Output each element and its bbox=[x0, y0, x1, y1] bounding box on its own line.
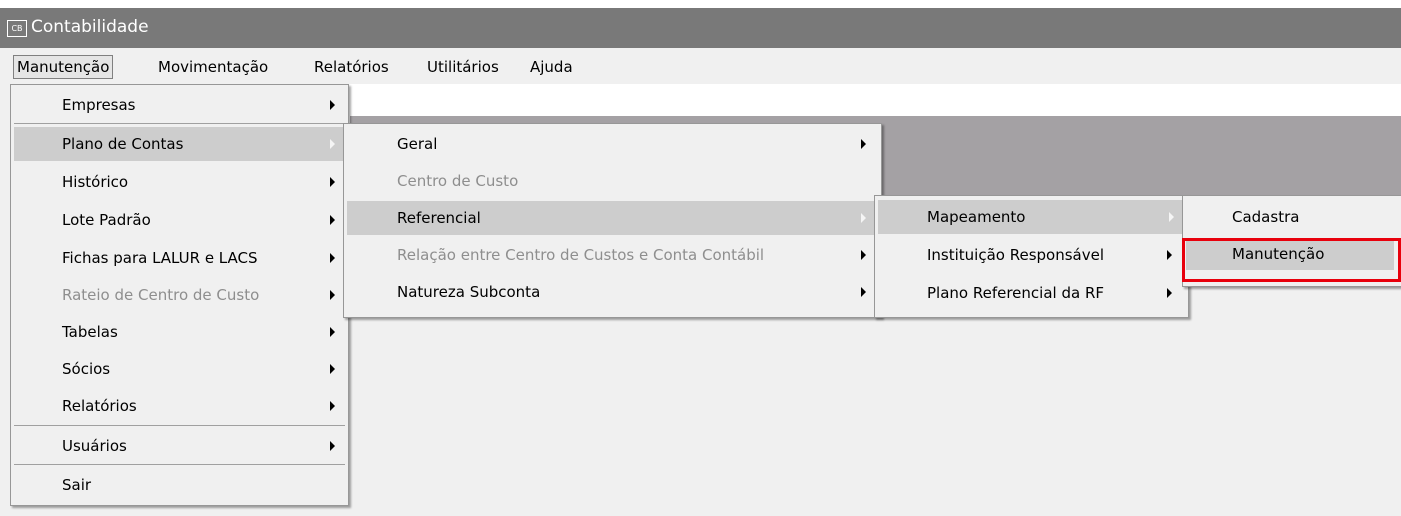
menu-bar: Manutenção Movimentação Relatórios Utili… bbox=[0, 48, 1401, 84]
menu-item-natureza-subconta[interactable]: Natureza Subconta bbox=[347, 275, 878, 309]
menu-item-plano-de-contas[interactable]: Plano de Contas bbox=[14, 127, 345, 161]
menu-item-rateio-centro-custo[interactable]: Rateio de Centro de Custo bbox=[14, 278, 345, 312]
submenu-arrow-icon bbox=[1169, 212, 1174, 222]
menu-item-socios[interactable]: Sócios bbox=[14, 352, 345, 386]
submenu-arrow-icon bbox=[330, 401, 335, 411]
submenu-arrow-icon bbox=[330, 290, 335, 300]
menu-item-relacao-centro-custos-conta[interactable]: Relação entre Centro de Custos e Conta C… bbox=[347, 238, 878, 272]
annotation-highlight-box bbox=[1182, 238, 1401, 282]
menu-item-instituicao-responsavel[interactable]: Instituição Responsável bbox=[878, 238, 1185, 272]
submenu-arrow-icon bbox=[330, 441, 335, 451]
submenu-arrow-icon bbox=[330, 100, 335, 110]
menu-separator bbox=[14, 464, 345, 465]
menu-item-cadastra[interactable]: Cadastra bbox=[1186, 200, 1399, 234]
submenu-arrow-icon bbox=[330, 177, 335, 187]
menu-separator bbox=[14, 123, 345, 124]
menu-item-sair[interactable]: Sair bbox=[14, 468, 345, 502]
submenu-arrow-icon bbox=[861, 250, 866, 260]
submenu-arrow-icon bbox=[861, 139, 866, 149]
menu-separator bbox=[14, 425, 345, 426]
submenu-arrow-icon bbox=[861, 287, 866, 297]
submenu-arrow-icon bbox=[1167, 250, 1172, 260]
left-border bbox=[0, 84, 10, 516]
menu-utilitarios[interactable]: Utilitários bbox=[427, 57, 499, 77]
menu-item-usuarios[interactable]: Usuários bbox=[14, 429, 345, 463]
menu-ajuda[interactable]: Ajuda bbox=[530, 57, 573, 77]
menu-item-empresas[interactable]: Empresas bbox=[14, 88, 345, 122]
manutencao-dropdown: Empresas Plano de Contas Histórico Lote … bbox=[10, 84, 349, 506]
menu-item-mapeamento[interactable]: Mapeamento bbox=[878, 200, 1185, 234]
referencial-submenu: Mapeamento Instituição Responsável Plano… bbox=[874, 195, 1189, 318]
menu-item-tabelas[interactable]: Tabelas bbox=[14, 315, 345, 349]
menu-item-referencial[interactable]: Referencial bbox=[347, 201, 878, 235]
title-bar: CB Contabilidade bbox=[0, 8, 1401, 48]
plano-de-contas-submenu: Geral Centro de Custo Referencial Relaçã… bbox=[343, 123, 882, 318]
menu-item-plano-referencial-rf[interactable]: Plano Referencial da RF bbox=[878, 276, 1185, 310]
menu-item-lote-padrao[interactable]: Lote Padrão bbox=[14, 203, 345, 237]
app-icon: CB bbox=[7, 20, 27, 37]
menu-item-fichas-lalur-lacs[interactable]: Fichas para LALUR e LACS bbox=[14, 241, 345, 275]
menu-relatorios[interactable]: Relatórios bbox=[314, 57, 389, 77]
submenu-arrow-icon bbox=[330, 327, 335, 337]
submenu-arrow-icon bbox=[330, 139, 335, 149]
menu-item-centro-de-custo[interactable]: Centro de Custo bbox=[347, 164, 878, 198]
submenu-arrow-icon bbox=[330, 364, 335, 374]
menu-item-geral[interactable]: Geral bbox=[347, 127, 878, 161]
submenu-arrow-icon bbox=[1167, 288, 1172, 298]
submenu-arrow-icon bbox=[330, 215, 335, 225]
menu-movimentacao[interactable]: Movimentação bbox=[158, 57, 268, 77]
submenu-arrow-icon bbox=[861, 213, 866, 223]
submenu-arrow-icon bbox=[330, 253, 335, 263]
menu-manutencao[interactable]: Manutenção bbox=[13, 55, 114, 79]
menu-item-relatorios[interactable]: Relatórios bbox=[14, 389, 345, 423]
menu-item-historico[interactable]: Histórico bbox=[14, 165, 345, 199]
window-title: Contabilidade bbox=[31, 17, 149, 37]
